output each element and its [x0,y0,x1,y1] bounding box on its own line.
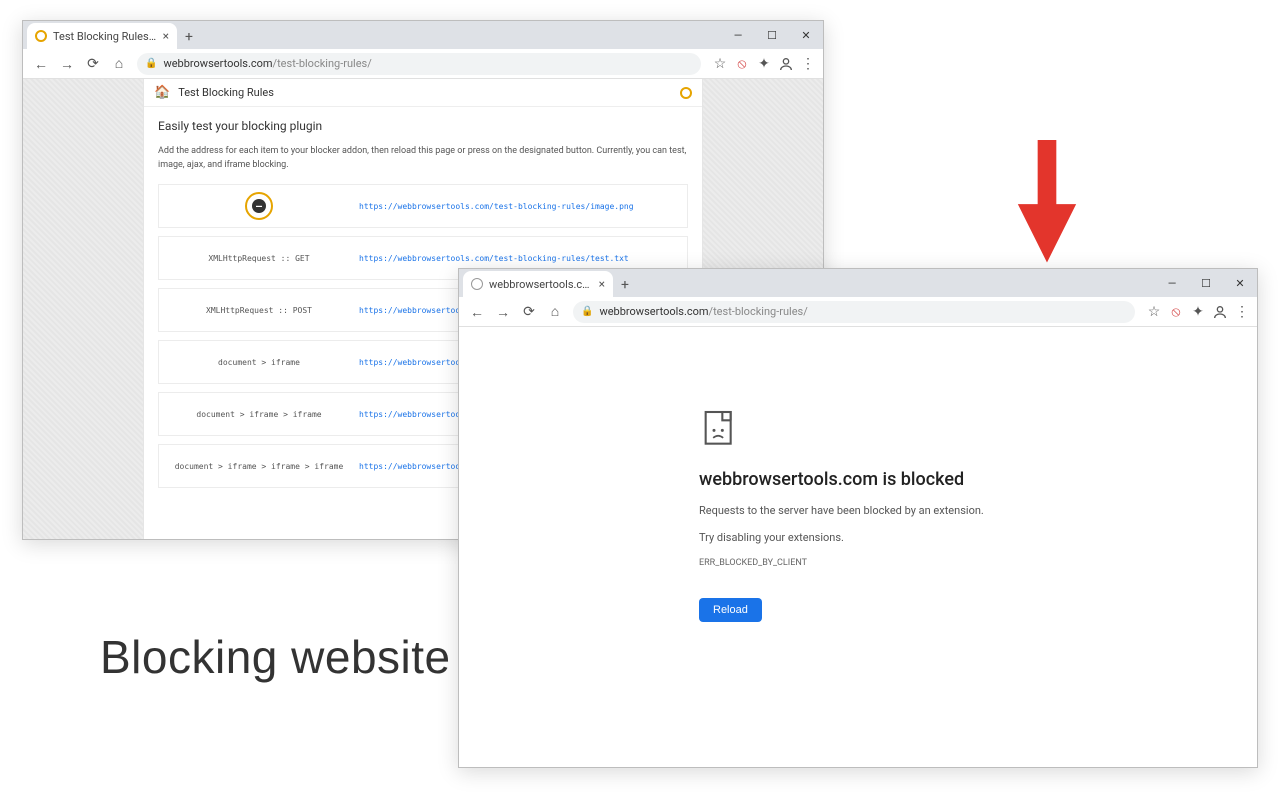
forward-button[interactable]: → [491,300,515,324]
minimize-button[interactable]: — [721,21,755,49]
error-code: ERR_BLOCKED_BY_CLIENT [699,558,1257,568]
test-label: XMLHttpRequest :: GET [159,254,359,263]
address-bar[interactable]: 🔒 webbrowsertools.com/test-blocking-rule… [137,53,701,75]
toolbar-right-icons: ☆ ⦸ ✦ ⋮ [711,55,817,73]
maximize-button[interactable]: ☐ [1189,269,1223,297]
extensions-icon[interactable]: ✦ [1189,303,1207,321]
tab-title: Test Blocking Rules :: WebBrows [53,30,157,43]
profile-icon[interactable] [1211,303,1229,321]
home-button[interactable]: ⌂ [543,300,567,324]
new-tab-button[interactable]: + [177,25,201,49]
test-url[interactable]: https://webbrowsertools.com/test-blockin… [359,202,687,211]
tab-close-button[interactable]: × [599,277,605,291]
browser-tab[interactable]: webbrowsertools.com × [463,271,613,297]
page-description: Add the address for each item to your bl… [144,139,702,184]
tabstrip: webbrowsertools.com × + [459,269,1257,297]
menu-button[interactable]: ⋮ [799,55,817,73]
browser-tab[interactable]: Test Blocking Rules :: WebBrows × [27,23,177,49]
bookmark-star-icon[interactable]: ☆ [1145,303,1163,321]
test-label: XMLHttpRequest :: POST [159,306,359,315]
tab-close-button[interactable]: × [163,29,169,43]
blocked-message: Requests to the server have been blocked… [699,504,1257,517]
address-bar[interactable]: 🔒 webbrowsertools.com/test-blocking-rule… [573,301,1135,323]
transition-arrow-icon [1012,140,1082,268]
back-button[interactable]: ← [29,52,53,76]
extension-blocker-icon[interactable]: ⦸ [733,55,751,73]
profile-icon[interactable] [777,55,795,73]
test-url[interactable]: https://webbrowsertools.com/test-blockin… [359,254,687,263]
status-ring-icon [680,87,692,99]
close-window-button[interactable]: ✕ [789,21,823,49]
test-row: — https://webbrowsertools.com/test-block… [158,184,688,228]
reload-button[interactable]: ⟳ [517,300,541,324]
lock-icon: 🔒 [145,58,157,69]
window-controls: — ☐ ✕ [1155,269,1257,297]
blocked-title: webbrowsertools.com is blocked [699,469,1257,490]
reload-page-button[interactable]: Reload [699,598,762,622]
blocked-page-icon [699,407,739,447]
window-controls: — ☐ ✕ [721,21,823,49]
favicon-icon [471,278,483,290]
home-icon[interactable]: 🏠 [154,85,170,100]
url-host: webbrowsertools.com [163,57,272,70]
forward-button[interactable]: → [55,52,79,76]
test-label: document > iframe [159,358,359,367]
menu-button[interactable]: ⋮ [1233,303,1251,321]
reload-button[interactable]: ⟳ [81,52,105,76]
toolbar-right-icons: ☆ ⦸ ✦ ⋮ [1145,303,1251,321]
favicon-icon [35,30,47,42]
browser-window-after: — ☐ ✕ webbrowsertools.com × + ← → ⟳ ⌂ 🔒 … [458,268,1258,768]
home-button[interactable]: ⌂ [107,52,131,76]
bookmark-star-icon[interactable]: ☆ [711,55,729,73]
block-icon: — [245,192,273,220]
extensions-icon[interactable]: ✦ [755,55,773,73]
url-host: webbrowsertools.com [599,305,708,318]
extension-blocker-icon[interactable]: ⦸ [1167,303,1185,321]
back-button[interactable]: ← [465,300,489,324]
tab-title: webbrowsertools.com [489,278,593,291]
page-viewport: webbrowsertools.com is blocked Requests … [459,327,1257,767]
lock-icon: 🔒 [581,306,593,317]
url-path: /test-blocking-rules/ [273,57,372,70]
url-path: /test-blocking-rules/ [709,305,808,318]
toolbar: ← → ⟳ ⌂ 🔒 webbrowsertools.com/test-block… [23,49,823,79]
page-header: 🏠 Test Blocking Rules [144,79,702,107]
blocked-hint: Try disabling your extensions. [699,531,1257,544]
test-label: document > iframe > iframe [159,410,359,419]
page-subheading: Easily test your blocking plugin [144,107,702,139]
toolbar: ← → ⟳ ⌂ 🔒 webbrowsertools.com/test-block… [459,297,1257,327]
test-label: document > iframe > iframe > iframe [159,462,359,471]
minimize-button[interactable]: — [1155,269,1189,297]
slide-caption: Blocking website [100,630,451,684]
close-window-button[interactable]: ✕ [1223,269,1257,297]
tabstrip: Test Blocking Rules :: WebBrows × + [23,21,823,49]
new-tab-button[interactable]: + [613,273,637,297]
maximize-button[interactable]: ☐ [755,21,789,49]
page-title: Test Blocking Rules [178,86,274,99]
